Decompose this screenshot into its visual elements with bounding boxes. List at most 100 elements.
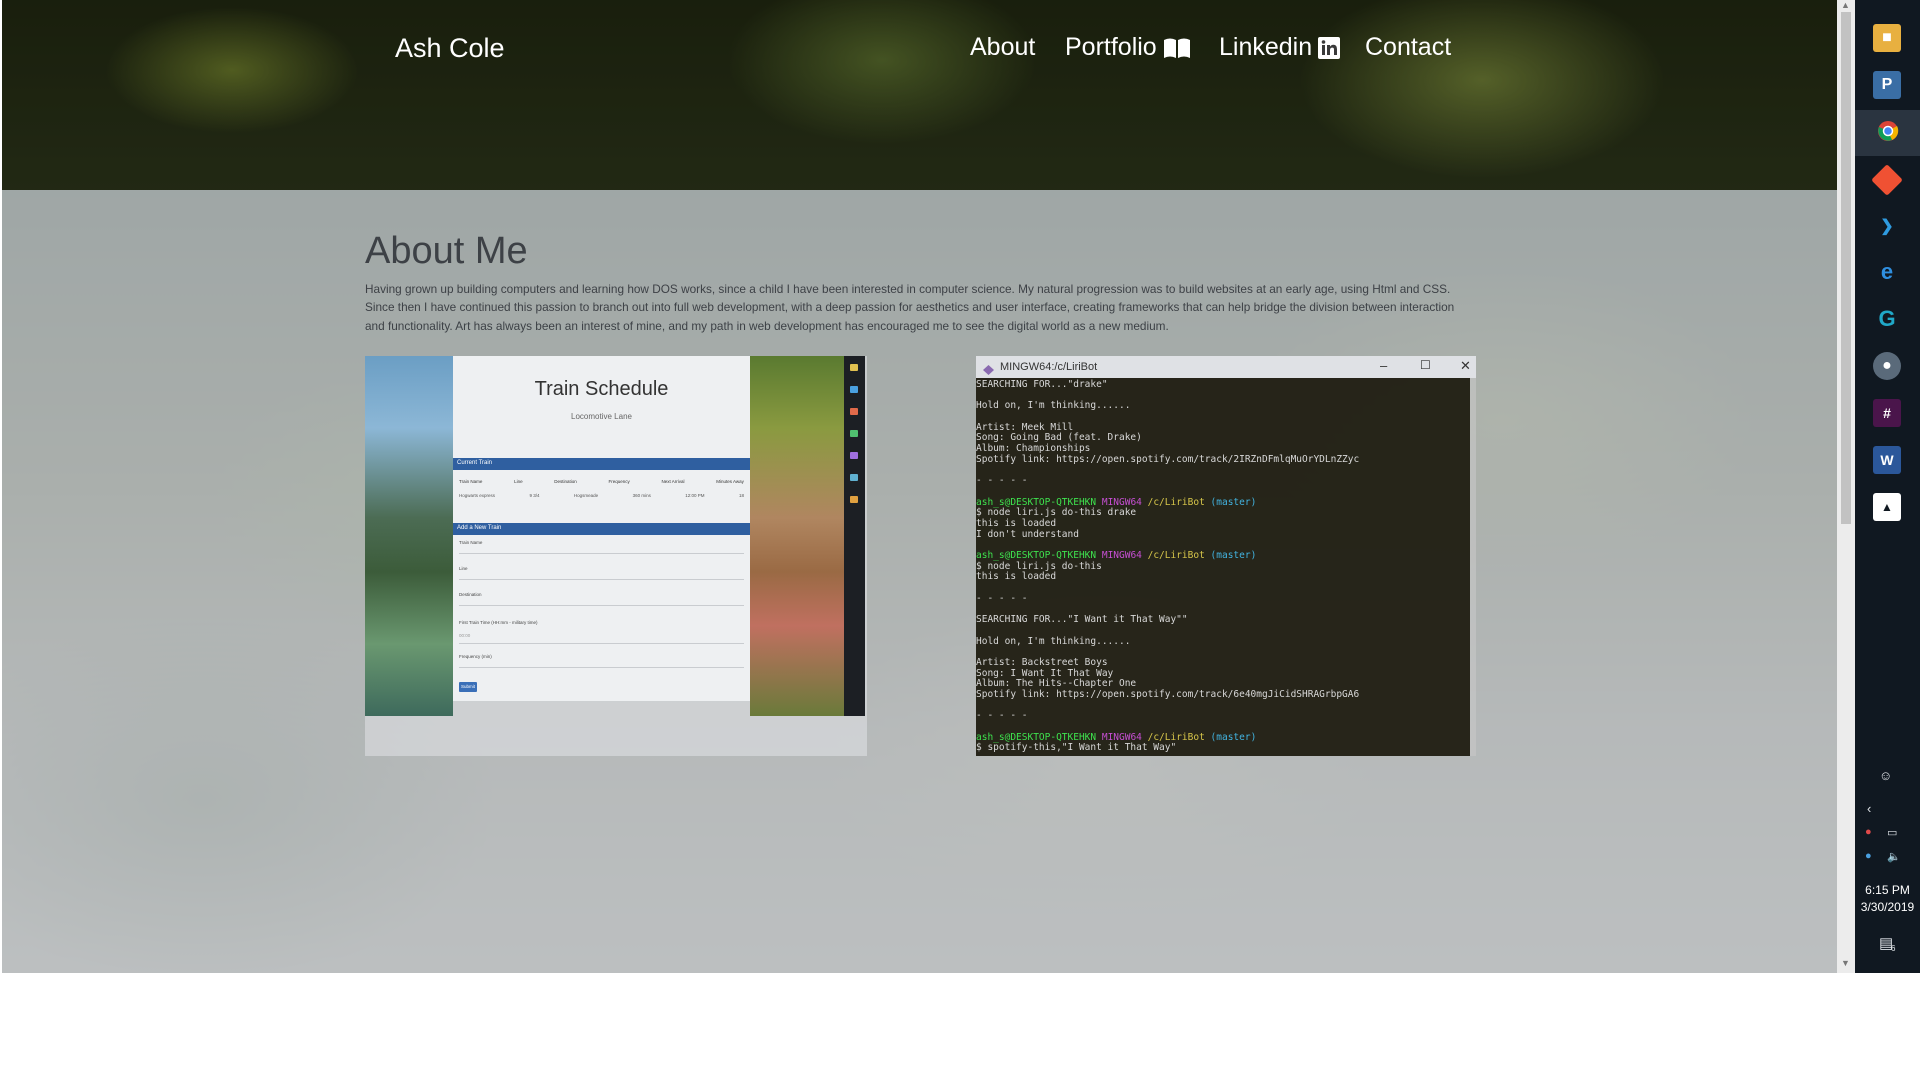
terminal-line: Hold on, I'm thinking......	[976, 635, 1470, 648]
terminal-text: /c/LiriBot	[1147, 496, 1211, 508]
terminal-line: SEARCHING FOR..."I Want it That Way""	[976, 614, 1470, 626]
terminal-text: $ node liri.js do-this	[976, 560, 1102, 572]
terminal-titlebar: MINGW64:/c/LiriBot – ☐ ✕	[976, 356, 1476, 378]
frequency-field	[459, 667, 744, 668]
field-label-train-name: Train Name	[459, 540, 483, 545]
current-train-bar: Current Train	[453, 458, 750, 470]
nav-linkedin-label: Linkedin	[1219, 33, 1313, 61]
nav-contact-label: Contact	[1365, 33, 1452, 61]
terminal-text: MINGW64	[1101, 731, 1148, 743]
terminal-text: - - - - -	[976, 592, 1028, 604]
field-label-first-train: First Train Time (HH:mm - military time)	[459, 620, 538, 625]
terminal-text: $ node liri.js do-this drake	[976, 507, 1137, 519]
cell: 12:00 PM	[685, 493, 705, 498]
cell: Hogsmeade	[573, 493, 599, 498]
terminal-line: Hold on, I'm thinking......	[976, 401, 1470, 412]
col-destination: Destination	[554, 479, 577, 484]
col-train-name: Train Name	[459, 479, 483, 484]
mountain-lake-image	[365, 356, 453, 716]
terminal-line: - - - - -	[976, 710, 1470, 722]
git-icon[interactable]	[1871, 164, 1903, 196]
scroll-down-arrow[interactable]: ▼	[1841, 958, 1850, 968]
terminal-text: - - - - -	[976, 710, 1028, 722]
about-paragraph: Having grown up building computers and l…	[365, 282, 1455, 333]
page-scrollbar[interactable]: ▲ ▼	[1837, 0, 1855, 973]
brand-name[interactable]: Ash Cole	[395, 33, 505, 64]
liribot-terminal-screenshot[interactable]: MINGW64:/c/LiriBot – ☐ ✕ SEARCHING FOR..…	[976, 356, 1476, 756]
nav-about-label: About	[970, 33, 1036, 61]
field-label-line: Line	[459, 566, 468, 571]
antivirus-icon[interactable]: ●	[1865, 826, 1872, 838]
steam-icon[interactable]: ●	[1865, 850, 1872, 862]
add-train-bar: Add a New Train	[453, 523, 750, 535]
nav-about[interactable]: About	[970, 33, 1035, 62]
train-schedule-subtitle: Locomotive Lane	[571, 412, 632, 421]
cell: Hogwarts express	[459, 493, 496, 498]
terminal-text: Hold on, I'm thinking......	[976, 635, 1131, 647]
line-field	[459, 579, 744, 580]
windows-taskbar: ■ P ❯ e G ● # W ▲ ☺ ‹ ● ▭ ● 🔈 6:15 PM 3/…	[1855, 0, 1920, 973]
word-icon[interactable]: W	[1873, 446, 1901, 474]
table-row: Hogwarts express 9 3/4 Hogsmeade 360 min…	[459, 493, 744, 498]
photos-icon[interactable]: ▲	[1873, 493, 1901, 521]
scroll-up-arrow[interactable]: ▲	[1841, 0, 1850, 10]
terminal-text: (master)	[1210, 731, 1257, 743]
file-explorer-icon[interactable]: ■	[1873, 24, 1901, 52]
terminal-text: SEARCHING FOR..."drake"	[976, 379, 1108, 390]
nav-contact[interactable]: Contact	[1365, 33, 1451, 62]
terminal-line: $ spotify-this,"I Want it That Way"	[976, 743, 1470, 754]
gitkraken-icon[interactable]: G	[1873, 305, 1901, 333]
destination-field	[459, 605, 744, 606]
chrome-taskbar-item[interactable]	[1855, 110, 1920, 156]
nav-portfolio[interactable]: Portfolio	[1065, 33, 1191, 62]
terminal-line: SEARCHING FOR..."drake"	[976, 379, 1470, 391]
terminal-text: /c/LiriBot	[1147, 731, 1211, 743]
vscode-icon[interactable]: ❯	[1873, 212, 1901, 240]
git-bash-icon	[983, 362, 994, 375]
submit-button: Submit	[459, 682, 477, 692]
network-icon[interactable]: ▭	[1887, 826, 1897, 839]
terminal-text: $ spotify-this,"I Want it That Way"	[976, 742, 1177, 754]
terminal-text: Spotify link: https://open.spotify.com/t…	[976, 688, 1360, 700]
train-table-header: Train Name Line Destination Frequency Ne…	[459, 479, 744, 484]
train-schedule-screenshot[interactable]: Train Schedule Locomotive Lane Current T…	[365, 356, 867, 756]
slack-icon[interactable]: #	[1873, 399, 1901, 427]
col-line: Line	[514, 479, 523, 484]
col-next-arrival: Next Arrival	[661, 479, 685, 484]
python-icon[interactable]: P	[1873, 71, 1901, 99]
terminal-text: I don't understand	[976, 528, 1079, 540]
volume-icon[interactable]: 🔈	[1887, 850, 1901, 863]
site-header: Ash Cole About Portfolio Linkedin Contac…	[2, 0, 1837, 190]
cell: 9 3/4	[529, 493, 540, 498]
first-train-field	[459, 643, 744, 644]
terminal-text: Album: Championships	[976, 443, 1091, 455]
terminal-text: (master)	[1210, 550, 1257, 561]
terminal-line: - - - - -	[976, 592, 1470, 605]
people-icon[interactable]: ☺	[1879, 768, 1892, 783]
nav-portfolio-label: Portfolio	[1065, 33, 1157, 61]
col-minutes-away: Minutes Away	[716, 479, 744, 484]
robot-icon[interactable]: ●	[1873, 352, 1901, 380]
terminal-scrollbar	[1470, 378, 1476, 756]
edge-icon[interactable]: e	[1873, 258, 1901, 286]
terminal-text: ash_s@DESKTOP-QTKEHKN	[976, 496, 1102, 508]
field-label-destination: Destination	[459, 592, 482, 597]
linkedin-icon	[1318, 36, 1341, 59]
about-section: About Me Having grown up building comput…	[2, 190, 1837, 973]
terminal-text: /c/LiriBot	[1147, 550, 1211, 561]
nav-linkedin[interactable]: Linkedin	[1219, 33, 1341, 62]
terminal-text: SEARCHING FOR..."I Want it That Way""	[976, 614, 1188, 626]
terminal-text: Artist: Meek Mill	[976, 421, 1074, 433]
scrollbar-thumb[interactable]	[1841, 12, 1851, 524]
chevron-left-icon[interactable]: ‹	[1867, 801, 1871, 816]
minimize-icon: –	[1380, 358, 1388, 373]
field-label-frequency: Frequency (min)	[459, 654, 492, 659]
chrome-icon	[1877, 120, 1899, 147]
terminal-line: I don't understand	[976, 528, 1470, 541]
col-frequency: Frequency	[608, 479, 630, 484]
clock-date[interactable]: 3/30/2019	[1855, 900, 1920, 914]
clock-time[interactable]: 6:15 PM	[1855, 883, 1920, 897]
